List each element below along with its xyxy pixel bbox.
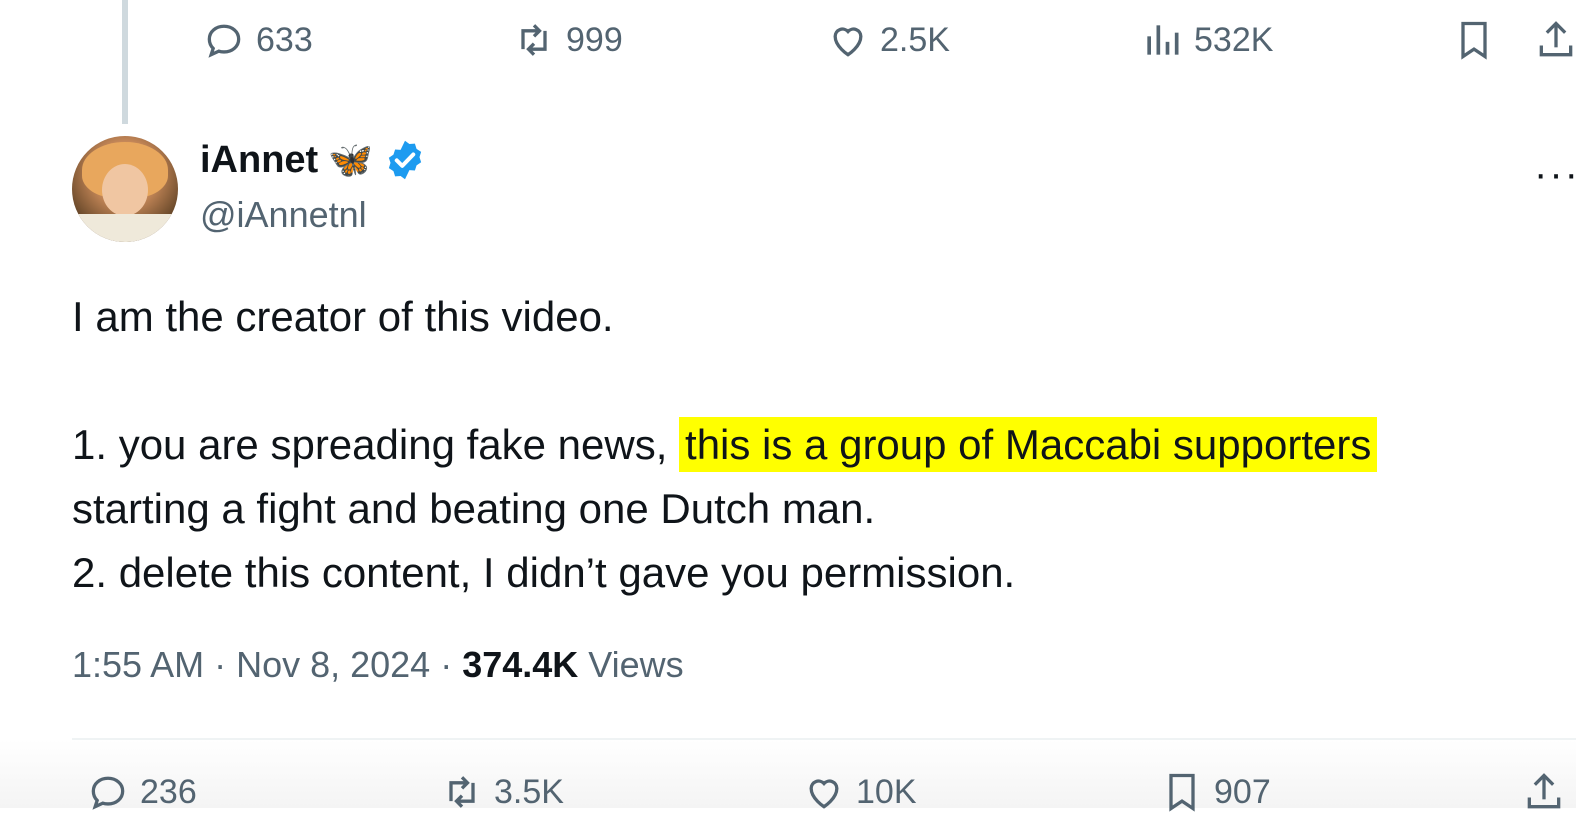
like-button[interactable]: 2.5K [826, 18, 950, 62]
more-options-icon[interactable]: ··· [1534, 152, 1576, 197]
reply-count: 633 [256, 20, 313, 59]
heart-icon [833, 27, 863, 57]
repost-button[interactable]: 999 [512, 18, 623, 62]
bookmark-icon [1461, 21, 1487, 60]
avatar-shirt [72, 214, 178, 242]
repost-count: 999 [566, 20, 623, 59]
tweet-timestamp[interactable]: 1:55 AM · Nov 8, 2024 · [72, 644, 462, 685]
share-button[interactable] [1534, 18, 1576, 62]
verified-badge-icon [388, 140, 422, 180]
views-icon [1147, 25, 1179, 55]
reply-icon [91, 776, 125, 810]
tweet-line-3: starting a fight and beating one Dutch m… [72, 485, 876, 532]
butterfly-emoji: 🦋 [328, 139, 374, 180]
like-button[interactable]: 10K [802, 770, 917, 814]
share-button[interactable] [1522, 770, 1566, 814]
like-count: 2.5K [880, 20, 950, 59]
tweet-line-2-start: 1. you are spreading fake news, [72, 421, 680, 468]
previous-tweet-actions: 633 999 2.5K 532K [0, 18, 1576, 78]
bookmark-count: 907 [1214, 772, 1271, 811]
views-button[interactable]: 532K [1140, 18, 1273, 62]
repost-button[interactable]: 3.5K [440, 770, 564, 814]
tweet-line-1: I am the creator of this video. [72, 293, 614, 340]
like-count: 10K [856, 772, 917, 811]
tweet-views-count: 374.4K [462, 644, 579, 685]
bookmark-icon [1169, 773, 1195, 812]
repost-count: 3.5K [494, 772, 564, 811]
tweet-line-2: 1. you are spreading fake news, this is … [72, 413, 1552, 477]
bookmark-button[interactable]: 907 [1160, 770, 1271, 814]
reply-button[interactable]: 236 [86, 770, 197, 814]
avatar[interactable] [72, 136, 178, 242]
heart-icon [809, 779, 839, 809]
highlighted-text: this is a group of Maccabi supporters [679, 417, 1378, 472]
views-count: 532K [1194, 20, 1274, 59]
tweet-meta: 1:55 AM · Nov 8, 2024 · 374.4K Views [72, 644, 684, 686]
user-handle[interactable]: @iAnnetnl [200, 194, 367, 236]
repost-icon [449, 776, 475, 808]
share-icon [1539, 21, 1573, 57]
tweet-line-4: 2. delete this content, I didn’t gave yo… [72, 549, 1016, 596]
tweet-actions: 236 3.5K 10K 907 [0, 770, 1576, 830]
tweet-text: I am the creator of this video. 1. you a… [72, 285, 1552, 605]
reply-icon [207, 24, 241, 58]
display-name[interactable]: iAnnet [200, 139, 318, 182]
tweet-views-label: Views [578, 644, 684, 685]
bookmark-button[interactable] [1452, 18, 1496, 62]
author-name-row[interactable]: iAnnet 🦋 [200, 138, 427, 182]
repost-icon [521, 24, 547, 56]
reply-count: 236 [140, 772, 197, 811]
share-icon [1527, 773, 1561, 809]
reply-button[interactable]: 633 [202, 18, 313, 62]
avatar-face [102, 164, 148, 216]
